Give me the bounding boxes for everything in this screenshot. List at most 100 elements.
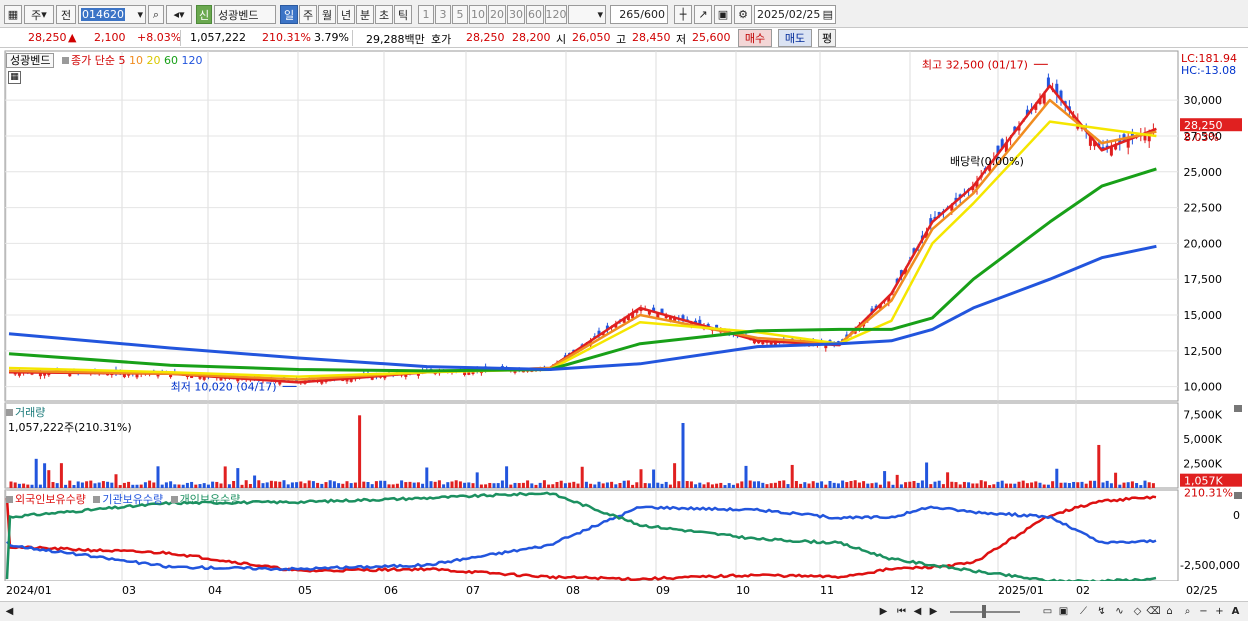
price-legend-name[interactable]: 성광벤드 [6,53,55,68]
volume-bar [173,484,177,488]
volume-bar [584,481,588,488]
minute-tab-6[interactable]: 60 [526,5,544,24]
volume-bar [265,482,269,488]
zoom-in-icon[interactable]: + [1212,604,1227,619]
first-page-icon[interactable]: ⏮ [894,604,909,619]
gear-icon[interactable]: ⚙ [734,5,752,24]
volume-bar [374,481,378,488]
stock-name-field[interactable]: 성광벤드 [214,5,276,24]
minute-tab-2[interactable]: 5 [452,5,468,24]
volume-title[interactable]: 거래량 [15,406,45,419]
minute-tab-1[interactable]: 3 [435,5,451,24]
chart-area[interactable]: 30,000 27,500 25,000 22,500 20,000 17,500 15,0… [0,50,1248,601]
volume-bar [290,482,294,488]
shape-icon[interactable]: ◇ [1130,604,1145,619]
credit-badge: 신 [196,5,212,24]
period-tab-6[interactable]: 틱 [394,5,412,24]
layout-icon[interactable]: ▦ [4,5,22,24]
eraser-icon[interactable]: ⌫ [1146,604,1161,619]
zoom-out-icon[interactable]: − [1196,604,1211,619]
panel-close-icon[interactable] [1234,405,1242,412]
volume-bar [874,482,878,488]
interval-select[interactable]: ▾ [568,5,606,24]
volume-bar [101,481,105,488]
minute-tab-4[interactable]: 20 [488,5,506,24]
minute-tab-7[interactable]: 120 [545,5,567,24]
date-label: 07 [466,584,480,597]
minute-tab-5[interactable]: 30 [507,5,525,24]
volume-tick-label: 7,500K [1183,409,1222,422]
ma-period-10[interactable]: 10 [129,54,143,67]
volume-bar [471,483,475,488]
stock-code-input[interactable]: 014620 ▾ [78,5,146,24]
text-tool-icon[interactable]: A [1228,604,1243,619]
holding-foreign[interactable]: 외국인보유수량 [15,493,86,506]
price-tick-label: 12,500 [1184,345,1223,358]
ma-period-120[interactable]: 120 [181,54,202,67]
volume-bar [1105,480,1109,488]
volume-bar [227,484,231,488]
draw-line-icon[interactable]: ⟋ [1076,604,1091,619]
price-legend: 성광벤드 종가 단순 5 10 20 60 120 [6,52,202,68]
date-label: 02/25 [1186,584,1218,597]
volume-bar [421,483,425,488]
market-select[interactable]: 주 ▾ [24,5,54,24]
zoom-icon[interactable]: ⌕ [1180,604,1195,619]
volume-bar [1004,483,1008,488]
minute-tab-3[interactable]: 10 [469,5,487,24]
search-icon[interactable]: ⌕ [148,5,164,24]
compare-icon[interactable]: ▣ [1056,604,1071,619]
volume-bar [769,483,773,488]
buy-button[interactable]: 매수 [738,29,772,47]
holding-legend: 외국인보유수량 기관보유수량 개인보유수량 [6,491,240,507]
volume-bar [232,480,236,488]
panel-close-icon[interactable] [1234,492,1242,499]
fibo-icon[interactable]: ∿ [1112,604,1127,619]
holding-individual[interactable]: 개인보유수량 [180,493,241,506]
minute-tab-0[interactable]: 1 [418,5,434,24]
period-tab-1[interactable]: 주 [299,5,317,24]
calendar-icon[interactable]: ▤ [823,8,833,21]
chart-scrollbar[interactable]: ◀ ▶ ⏮ ◀ ▶ ▭ ▣ ⟋ ↯ ∿ ◇ ⌫ ⌂ ⌕ − + A [0,601,1248,621]
volume-bar [1025,483,1029,488]
zoom-slider-handle[interactable] [982,605,986,618]
holding-institution[interactable]: 기관보유수량 [102,493,163,506]
volume-bar [475,472,479,488]
scroll-left-icon[interactable]: ◀ [2,604,17,619]
trend-icon[interactable]: ↯ [1094,604,1109,619]
eval-button[interactable]: 평 [818,29,836,47]
ma-period-5[interactable]: 5 [118,54,125,67]
period-tab-3[interactable]: 년 [337,5,355,24]
lock-icon[interactable]: ⌂ [1162,604,1177,619]
volume-bar [605,482,609,488]
volume-bar [962,481,966,488]
period-tab-5[interactable]: 초 [375,5,393,24]
crosshair-icon[interactable]: ↗ [694,5,712,24]
date-field[interactable]: 2025/02/25 ▤ [754,5,836,24]
candle-icon[interactable]: ┼ [674,5,692,24]
turnover-rate: 3.79% [314,31,349,44]
volume-bar [391,484,395,488]
volume-bar [748,480,752,488]
period-tab-4[interactable]: 분 [356,5,374,24]
prefix-select[interactable]: 전 [56,5,76,24]
ma-period-60[interactable]: 60 [164,54,178,67]
open-label: 시 [556,33,567,46]
chevron-down-icon[interactable]: ▾ [137,8,145,21]
speaker-icon[interactable]: ◂▾ [166,5,192,24]
grid-icon[interactable]: ▦ [8,71,21,84]
next-page-icon[interactable]: ▶ [926,604,941,619]
volume-bar [534,484,538,488]
prev-page-icon[interactable]: ◀ [910,604,925,619]
save-icon[interactable]: ▣ [714,5,732,24]
ma-period-20[interactable]: 20 [146,54,160,67]
period-tab-0[interactable]: 일 [280,5,298,24]
scroll-right-icon[interactable]: ▶ [876,604,891,619]
count-field[interactable]: 265/600 [610,5,668,24]
volume-bar [353,482,357,488]
sell-button[interactable]: 매도 [778,29,812,47]
volume-bar [660,483,664,488]
volume-bar [433,481,437,488]
split-view-icon[interactable]: ▭ [1040,604,1055,619]
period-tab-2[interactable]: 월 [318,5,336,24]
